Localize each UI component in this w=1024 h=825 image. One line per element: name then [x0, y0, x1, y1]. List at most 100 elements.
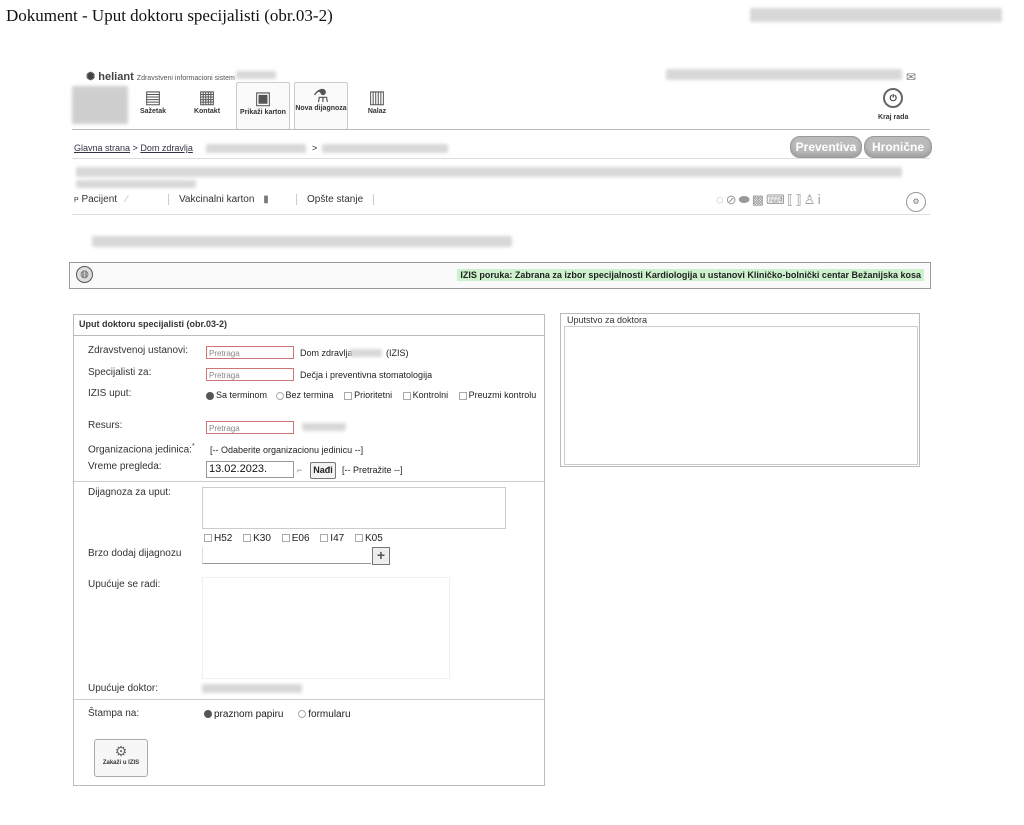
mail-icon[interactable]: ✉ [906, 70, 916, 84]
redacted-ustanova-name [350, 349, 382, 357]
diagnosis-code-list: H52 K30 E06 I47 K05 [196, 533, 383, 544]
diag-checkbox-k05[interactable] [354, 534, 363, 543]
tool-pill-icon[interactable]: ⬬ [739, 192, 752, 207]
izis-uput-label: IZIS uput: [88, 388, 132, 399]
izis-checkbox-preuzmi[interactable] [458, 391, 467, 400]
izis-option-prioritetni: Prioritetni [354, 390, 393, 400]
org-jedinica-label-text: Organizaciona jedinica: [88, 444, 192, 456]
izis-radio-sa-terminom[interactable] [206, 391, 214, 400]
window-title: Dokument - Uput doktoru specijalisti (ob… [6, 6, 333, 25]
tool-ban-icon[interactable]: ⊘ [726, 192, 739, 207]
ustanova-value-prefix: Dom zdravlja [300, 348, 353, 358]
redacted-resurs [302, 423, 346, 431]
upucuje-doktor-label: Upućuje doktor: [88, 683, 159, 694]
specijalisti-label: Specijalisti za: [88, 367, 152, 378]
nav-nalaz-button[interactable]: ▥ Nalaz [354, 82, 400, 128]
tab-opste-label: Opšte stanje [307, 194, 364, 205]
report-icon: ▥ [368, 87, 386, 107]
izis-option-kontrolni: Kontrolni [412, 390, 449, 400]
izis-checkbox-prioritetni[interactable] [344, 391, 353, 400]
resurs-label: Resurs: [88, 420, 123, 431]
facility-logo-image [72, 86, 128, 124]
logo-star-icon: ✺ [86, 71, 96, 83]
plus-icon: + [376, 547, 386, 563]
tool-box-icon[interactable]: ▩ [752, 192, 766, 207]
izis-option-sa-terminom: Sa terminom [216, 390, 268, 400]
nav-kontakt-button[interactable]: ▦ Kontakt [182, 82, 232, 128]
guide-content-area[interactable] [564, 326, 918, 465]
ustanova-label: Zdravstvenoj ustanovi: [88, 345, 189, 356]
nav-prikazi-karton-label: Prikaži karton [240, 109, 286, 116]
redacted-summary [92, 236, 512, 247]
summary-icon: ▤ [144, 87, 162, 107]
vreme-pregleda-date-input[interactable]: 13.02.2023. [206, 461, 294, 478]
izis-radio-bez-termina[interactable] [275, 391, 284, 400]
contact-icon: ▦ [198, 87, 216, 107]
izis-alert-message: IZIS poruka: Zabrana za izbor specijalno… [457, 269, 924, 281]
diag-checkbox-k30[interactable] [243, 534, 252, 543]
redacted-user-info [750, 8, 1002, 22]
nav-prikazi-karton-button[interactable]: ▣ Prikaži karton [236, 82, 290, 130]
nav-sazetak-button[interactable]: ▤ Sažetak [130, 82, 176, 128]
diag-checkbox-i47[interactable] [320, 534, 329, 543]
calendar-icon[interactable]: ⌐ [297, 465, 302, 475]
schedule-icon: ⚙ [114, 743, 128, 759]
ustanova-search-input[interactable]: Pretraga [206, 346, 294, 359]
brzo-dodaj-input[interactable] [202, 547, 371, 564]
izis-option-preuzmi: Preuzmi kontrolu [468, 390, 537, 400]
diag-code-i47: I47 [330, 533, 345, 544]
tool-person-icon[interactable]: ♙ [804, 192, 818, 207]
stampa-option-formular: formularu [308, 709, 351, 720]
org-jedinica-label: Organizaciona jedinica:* [88, 443, 195, 455]
stampa-label: Štampa na: [88, 708, 140, 719]
izis-alert-bar: ◍ IZIS poruka: Zabrana za izbor specijal… [69, 262, 931, 289]
diag-checkbox-e06[interactable] [281, 534, 290, 543]
izis-checkbox-kontrolni[interactable] [402, 391, 411, 400]
tab-pacijent[interactable]: P Pacijent ⁄ [74, 194, 127, 205]
logout-button[interactable]: ⏻ Kraj rada [878, 88, 908, 121]
diagnosis-icon: ⚗ [312, 86, 330, 106]
diag-code-k05: K05 [364, 533, 383, 544]
redacted-user-header [666, 69, 902, 80]
logo-text: heliant [98, 71, 134, 83]
tool-info-icon[interactable]: ⅰ [817, 192, 823, 207]
logo-subtitle: Zdravstveni informacioni sistem [136, 75, 235, 82]
stampa-radio-formular[interactable] [298, 710, 307, 719]
add-diagnosis-button[interactable]: + [372, 547, 390, 565]
diag-checkbox-h52[interactable] [204, 534, 212, 543]
tab-vakcinalni-karton[interactable]: Vakcinalni karton ▮ [168, 194, 269, 205]
dijagnoza-textarea[interactable] [202, 487, 506, 529]
pretrazite-select[interactable]: [-- Pretražite --] [342, 465, 403, 475]
specijalisti-search-input[interactable]: Pretraga [206, 368, 294, 381]
stampa-radio-prazan-papir[interactable] [204, 710, 212, 719]
nadji-button[interactable]: Nađi [310, 462, 336, 479]
settings-icon[interactable]: ⚙ [906, 192, 926, 212]
dijagnoza-label: Dijagnoza za uput: [88, 487, 171, 498]
brzo-dodaj-label: Brzo dodaj dijagnozu [88, 548, 182, 559]
upucuje-radi-label: Upućuje se radi: [88, 579, 161, 590]
nav-nova-dijagnoza-label: Nova dijagnoza [295, 105, 347, 112]
hronicne-button[interactable]: Hronične [864, 136, 932, 158]
tool-bed-icon[interactable]: ⌨ [766, 192, 787, 207]
izis-option-bez-termina: Bez termina [285, 390, 334, 400]
tool-cup-icon[interactable]: ◌ [716, 192, 726, 207]
globe-icon: ◍ [76, 266, 93, 283]
resurs-search-input[interactable]: Pretraga [206, 421, 294, 434]
zakazi-izis-button[interactable]: ⚙ Zakaži u IZIS [94, 739, 148, 777]
doktor-divider [74, 699, 544, 700]
upucuje-radi-textarea[interactable] [202, 577, 450, 679]
diag-code-h52: H52 [214, 533, 233, 544]
nav-nova-dijagnoza-button[interactable]: ⚗ Nova dijagnoza [294, 82, 348, 130]
breadcrumb-separator: > [132, 143, 138, 153]
preventiva-button[interactable]: Preventiva [790, 136, 862, 158]
org-jedinica-select[interactable]: [-- Odaberite organizacionu jedinicu --] [210, 445, 363, 455]
breadcrumb-divider [72, 158, 930, 159]
tool-bracket-icon[interactable]: ⟦⟧ [787, 192, 804, 207]
tab-opste-stanje[interactable]: Opšte stanje [296, 194, 375, 205]
redacted-doktor-name [202, 684, 302, 693]
redacted-facility [236, 71, 276, 79]
breadcrumb-facility-link[interactable]: Dom zdravlja [140, 143, 193, 153]
redacted-patient-info-2 [76, 180, 196, 188]
breadcrumb-home-link[interactable]: Glavna strana [74, 143, 130, 153]
nav-kontakt-label: Kontakt [193, 108, 221, 115]
